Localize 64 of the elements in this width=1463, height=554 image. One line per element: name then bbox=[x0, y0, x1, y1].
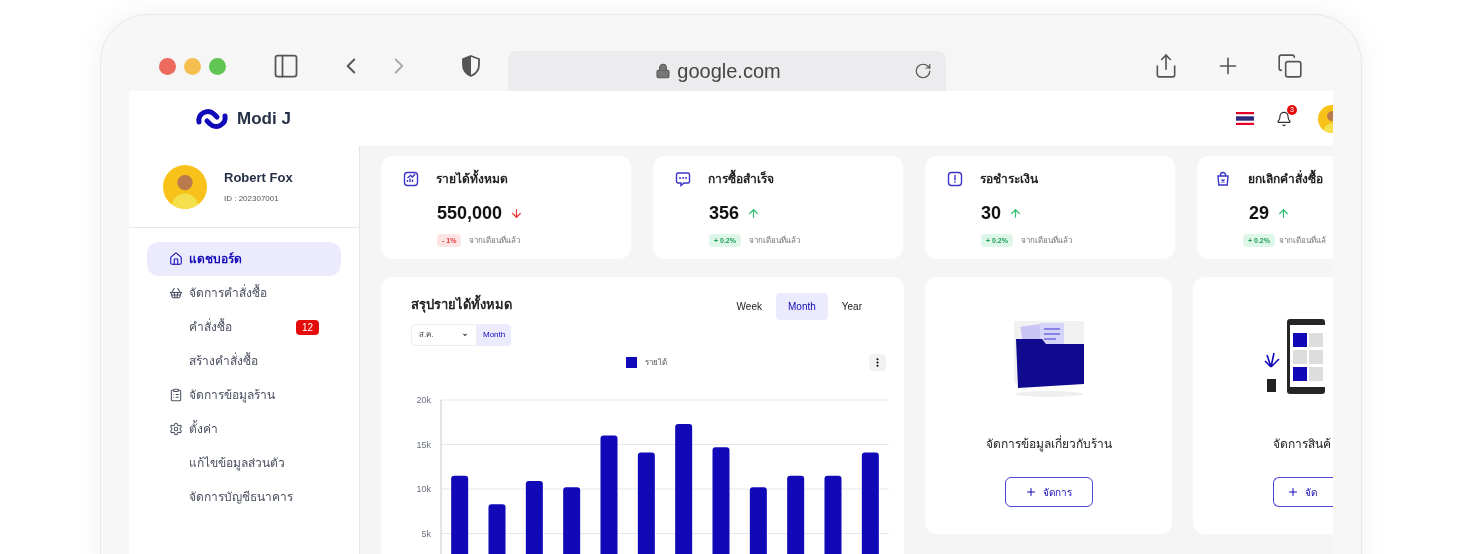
home-icon bbox=[169, 252, 183, 266]
bar bbox=[749, 487, 767, 554]
stat-title: รายได้ทั้งหมด bbox=[436, 170, 508, 188]
stat-title: รอชำระเงิน bbox=[980, 171, 1038, 188]
chart-title: สรุปรายได้ทั้งหมด bbox=[411, 295, 512, 315]
chart-menu-button[interactable] bbox=[869, 354, 886, 371]
nav-item[interactable]: จัดการบัญชีธนาคาร bbox=[147, 480, 341, 514]
nav-item[interactable]: สร้างคำสั่งซื้อ bbox=[147, 344, 341, 378]
manage-button[interactable]: จัดการ bbox=[1004, 477, 1093, 507]
lock-icon bbox=[655, 63, 672, 79]
stat-value: 29 bbox=[1249, 202, 1270, 225]
brand-name: Modi J bbox=[237, 107, 291, 130]
period-tab[interactable]: Year bbox=[829, 293, 874, 320]
stat-title: การซื้อสำเร็จ bbox=[708, 170, 774, 188]
change-note: จากเดือนที่แล้ bbox=[1279, 234, 1326, 247]
profile-avatar bbox=[163, 164, 207, 209]
card-title: จัดการข้อมูลเกี่ยวกับร้าน bbox=[985, 435, 1112, 453]
tabs-icon[interactable] bbox=[1277, 53, 1303, 79]
nav-item[interactable]: ตั้งค่า bbox=[147, 412, 341, 446]
notification-icon[interactable] bbox=[1276, 110, 1292, 127]
legend-label: รายได้ bbox=[644, 356, 667, 369]
flag-icon[interactable] bbox=[1236, 112, 1254, 125]
sidebar-toggle-icon[interactable] bbox=[272, 52, 300, 80]
axis-label: 5k bbox=[421, 528, 431, 539]
profile-name: Robert Fox bbox=[224, 169, 293, 188]
axis-label: 10k bbox=[416, 484, 431, 494]
change-note: จากเดือนที่แล้ว bbox=[469, 234, 521, 247]
shield-icon[interactable] bbox=[460, 54, 482, 78]
bar bbox=[563, 487, 581, 554]
period-tab[interactable]: Week bbox=[724, 293, 774, 320]
bag-cancel-icon bbox=[1215, 171, 1231, 187]
stat-value: 30 bbox=[981, 202, 1002, 225]
close-window-button[interactable] bbox=[159, 57, 176, 75]
bar bbox=[488, 504, 506, 554]
period-tab[interactable]: Month bbox=[776, 293, 828, 320]
profile-id: ID : 202307001 bbox=[224, 192, 280, 205]
settings-icon bbox=[169, 422, 183, 436]
address-bar[interactable]: google.com bbox=[508, 51, 946, 91]
nav-item[interactable]: จัดการข้อมูลร้าน bbox=[147, 378, 341, 412]
stat-value: 356 bbox=[709, 202, 740, 225]
clipboard-icon bbox=[169, 388, 183, 402]
url-text: google.com bbox=[677, 59, 781, 84]
axis-label: 20k bbox=[416, 395, 431, 405]
nav-item[interactable]: แก้ไขข้อมูลส่วนตัว bbox=[147, 446, 341, 480]
stat-value: 550,000 bbox=[437, 202, 503, 225]
caret-icon bbox=[461, 331, 469, 339]
stat-title: ยกเลิกคำสั่งซื้อ bbox=[1248, 170, 1323, 188]
count-badge: 12 bbox=[295, 319, 319, 335]
axis-label: 15k bbox=[416, 439, 431, 450]
basket-icon bbox=[169, 286, 183, 300]
plus-icon bbox=[1286, 486, 1299, 498]
card-title: จัดการสินค้ bbox=[1273, 436, 1331, 453]
nav-item[interactable]: คำสั่งซื้อ 12 bbox=[147, 310, 341, 344]
month-button[interactable]: Month bbox=[477, 324, 512, 346]
change-note: จากเดือนที่แล้ว bbox=[1021, 234, 1072, 247]
chat-icon bbox=[675, 171, 691, 187]
plus-icon bbox=[1025, 486, 1037, 498]
change-note: จากเดือนที่แล้ว bbox=[749, 234, 800, 247]
alert-icon bbox=[947, 171, 963, 187]
nav-item[interactable]: แดชบอร์ด bbox=[147, 242, 341, 276]
manage-button[interactable]: จัด bbox=[1273, 477, 1333, 507]
reload-icon[interactable] bbox=[914, 62, 932, 80]
chart-icon bbox=[403, 171, 419, 187]
nav-item[interactable]: จัดการคำสั่งซื้อ bbox=[147, 276, 341, 310]
